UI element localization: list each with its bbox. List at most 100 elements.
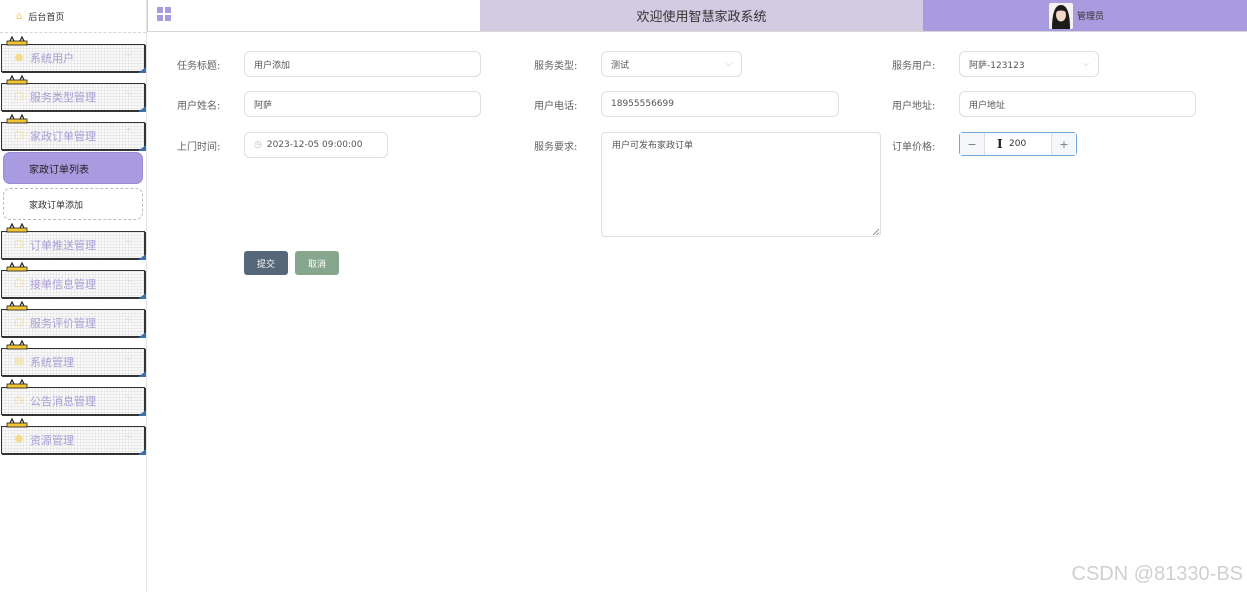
menu-label: 资源管理 [30,434,74,447]
sidebar-menu-order[interactable]: ▢ 家政订单管理 ⌃ [0,111,146,151]
corner-fold [138,145,146,151]
cancel-button[interactable]: 取消 [295,251,339,275]
avatar-image [1049,2,1073,29]
menu-label: 系统用户 [30,52,74,65]
visit-time-label: 上门时间: [177,142,221,153]
service-user-label: 服务用户: [892,61,936,72]
requirement-label: 服务要求: [534,142,578,153]
user-address-input[interactable]: 用户地址 [959,91,1196,117]
binder-clip-icon [6,417,28,428]
subitem-label: 家政订单列表 [29,164,89,176]
avatar[interactable] [1049,2,1073,29]
user-phone-value: 18955556699 [611,99,674,109]
cube-icon: ⬢ [14,434,24,445]
binder-clip-icon [6,261,28,272]
binder-clip-icon [6,378,28,389]
sidebar-menu-notice[interactable]: ◷ 公告消息管理 ⌵ [0,376,146,416]
doc-icon: ▢ [14,239,24,250]
subitem-label: 家政订单添加 [29,200,84,211]
chevron-up-icon: ⌃ [125,127,132,136]
clock-icon: ◷ [14,395,24,406]
submit-button[interactable]: 提交 [244,251,288,275]
service-user-select[interactable]: 阿萨-123123 ⌵ [959,51,1099,77]
binder-clip-icon [6,113,28,124]
task-title-label: 任务标题: [177,61,221,72]
price-input[interactable]: I 200 [985,133,1051,155]
visit-time-value: 2023-12-05 09:00:00 [266,140,363,150]
visit-time-picker[interactable]: ◷ 2023-12-05 09:00:00 [244,132,388,158]
menu-label: 订单推送管理 [30,239,96,252]
user-address-label: 用户地址: [892,101,936,112]
sidebar-item-home[interactable]: ⌂ 后台首页 [0,0,146,33]
chevron-down-icon: ⌵ [125,353,132,362]
chevron-down-icon: ⌵ [125,236,132,245]
user-name-input[interactable]: 阿萨 [244,91,481,117]
menu-label: 服务评价管理 [30,317,96,330]
chevron-down-icon: ⌵ [125,49,132,58]
menu-toggle-grid-icon[interactable] [157,7,171,21]
menu-label: 公告消息管理 [30,395,96,408]
task-title-value: 用户添加 [254,60,291,71]
user-name: 管理员 [1077,12,1105,22]
sidebar-menu-push[interactable]: ▢ 订单推送管理 ⌵ [0,220,146,260]
sidebar-menu-accept[interactable]: ▢ 接单信息管理 ⌵ [0,259,146,299]
chevron-down-icon: ⌵ [125,88,132,97]
decrement-button[interactable]: − [960,133,985,155]
chevron-down-icon: ⌵ [125,431,132,440]
requirement-value: 用户可发布家政订单 [612,141,694,151]
service-type-select[interactable]: 测试 ⌵ [601,51,742,77]
service-user-value: 阿萨-123123 [969,60,1025,71]
sidebar-menu-resource[interactable]: ⬢ 资源管理 ⌵ [0,415,146,455]
text-cursor-icon: I [997,137,1003,151]
doc-icon: ▤ [14,356,24,367]
chevron-down-icon: ⌵ [125,275,132,284]
service-type-label: 服务类型: [534,61,578,72]
price-value: 200 [1009,139,1027,149]
binder-clip-icon [6,35,28,46]
doc-icon: ▢ [14,91,24,102]
sidebar-subitem-order-list[interactable]: 家政订单列表 [3,152,143,184]
clock-icon: ◷ [254,140,262,150]
doc-icon: ▢ [14,130,24,141]
sidebar-menu-review[interactable]: ▢ 服务评价管理 ⌵ [0,298,146,338]
increment-button[interactable]: + [1051,133,1076,155]
binder-clip-icon [6,74,28,85]
doc-icon: ▢ [14,317,24,328]
chevron-down-icon: ⌵ [1082,59,1089,68]
sidebar-subitem-order-add[interactable]: 家政订单添加 [3,188,143,220]
user-phone-label: 用户电话: [534,101,578,112]
price-stepper[interactable]: − I 200 + [959,132,1077,156]
resize-handle[interactable] [873,229,879,235]
menu-label: 接单信息管理 [30,278,96,291]
header-title: 欢迎使用智慧家政系统 [480,0,923,31]
menu-label: 家政订单管理 [30,130,96,143]
sidebar-menu-system-user[interactable]: ● 系统用户 ⌵ [0,33,146,73]
binder-clip-icon [6,222,28,233]
menu-label: 服务类型管理 [30,91,96,104]
menu-label: 系统管理 [30,356,74,369]
requirement-textarea[interactable]: 用户可发布家政订单 [601,132,881,237]
chevron-down-icon: ⌵ [125,314,132,323]
home-icon: ⌂ [16,10,23,22]
top-header: 欢迎使用智慧家政系统 管理员 [147,0,1247,32]
user-name-value: 阿萨 [254,100,273,111]
user-phone-input[interactable]: 18955556699 [601,91,839,117]
header-user[interactable]: 管理员 [923,0,1247,31]
doc-icon: ▢ [14,278,24,289]
user-address-value: 用户地址 [969,100,1006,111]
chevron-down-icon: ⌵ [725,59,732,68]
chevron-down-icon: ⌵ [125,392,132,401]
task-title-input[interactable]: 用户添加 [244,51,481,77]
sidebar-home-label: 后台首页 [28,12,65,23]
binder-clip-icon [6,300,28,311]
service-type-value: 测试 [611,60,630,71]
header-left [147,0,480,31]
binder-clip-icon [6,339,28,350]
corner-fold [138,449,146,455]
sidebar-menu-service-type[interactable]: ▢ 服务类型管理 ⌵ [0,72,146,112]
sidebar: ⌂ 后台首页 ● 系统用户 ⌵ ▢ 服务类型管理 ⌵ ▢ 家政订单管理 ⌃ 家政订单列表 家… [0,0,147,592]
watermark: CSDN @81330-BS [1071,563,1243,585]
sidebar-menu-system[interactable]: ▤ 系统管理 ⌵ [0,337,146,377]
user-icon: ● [14,52,24,63]
price-label: 订单价格: [892,142,936,153]
